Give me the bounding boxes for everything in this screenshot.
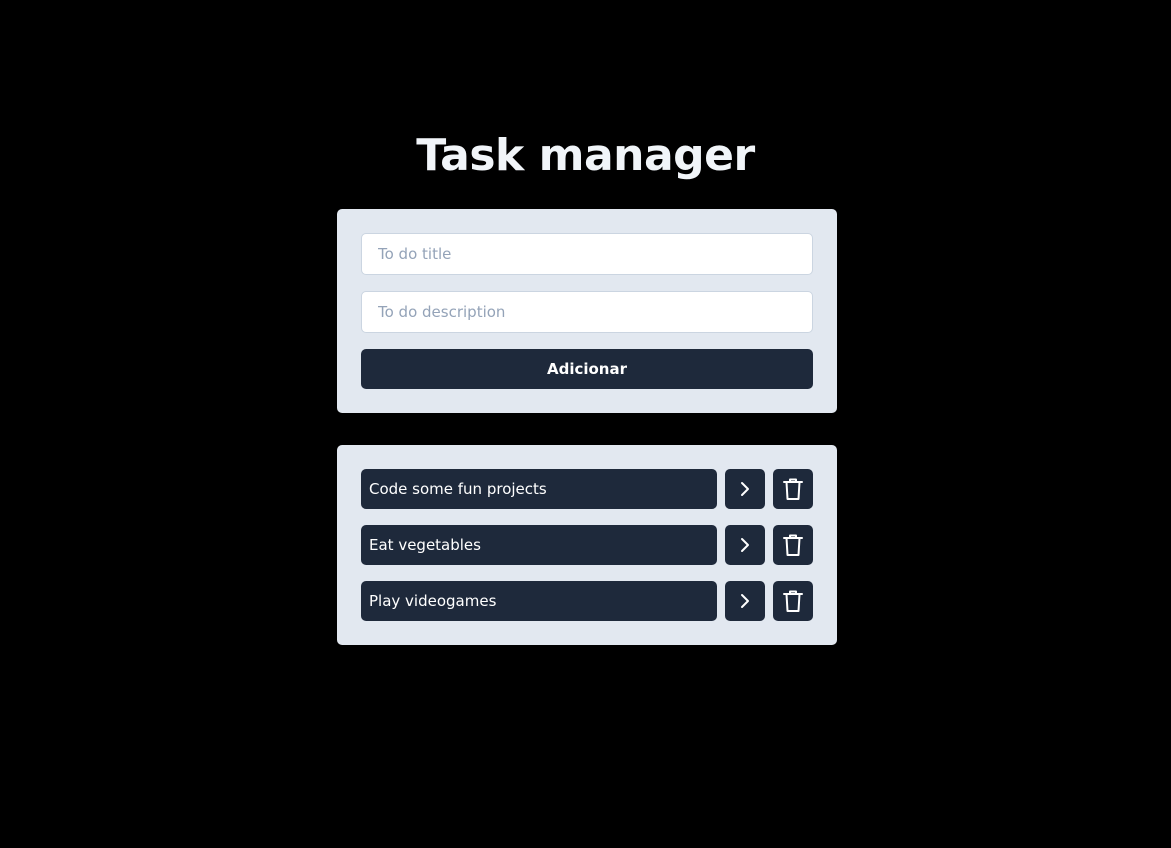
chevron-right-icon <box>735 591 755 611</box>
chevron-right-icon <box>735 535 755 555</box>
task-title-button[interactable]: Code some fun projects <box>361 469 717 509</box>
task-title-button[interactable]: Eat vegetables <box>361 525 717 565</box>
trash-icon <box>782 589 804 613</box>
open-task-button[interactable] <box>725 525 765 565</box>
task-list: Code some fun projects Eat vegetables Pl… <box>337 445 837 645</box>
app-root: Task manager Adicionar Code some fun pro… <box>0 0 1171 848</box>
list-item: Code some fun projects <box>361 469 813 509</box>
trash-icon <box>782 477 804 501</box>
trash-icon <box>782 533 804 557</box>
delete-task-button[interactable] <box>773 581 813 621</box>
open-task-button[interactable] <box>725 581 765 621</box>
task-title-button[interactable]: Play videogames <box>361 581 717 621</box>
list-item: Eat vegetables <box>361 525 813 565</box>
task-title-input[interactable] <box>361 233 813 275</box>
task-description-input[interactable] <box>361 291 813 333</box>
delete-task-button[interactable] <box>773 469 813 509</box>
add-task-form: Adicionar <box>337 209 837 413</box>
open-task-button[interactable] <box>725 469 765 509</box>
list-item: Play videogames <box>361 581 813 621</box>
add-task-button[interactable]: Adicionar <box>361 349 813 389</box>
delete-task-button[interactable] <box>773 525 813 565</box>
chevron-right-icon <box>735 479 755 499</box>
page-title: Task manager <box>416 130 755 181</box>
